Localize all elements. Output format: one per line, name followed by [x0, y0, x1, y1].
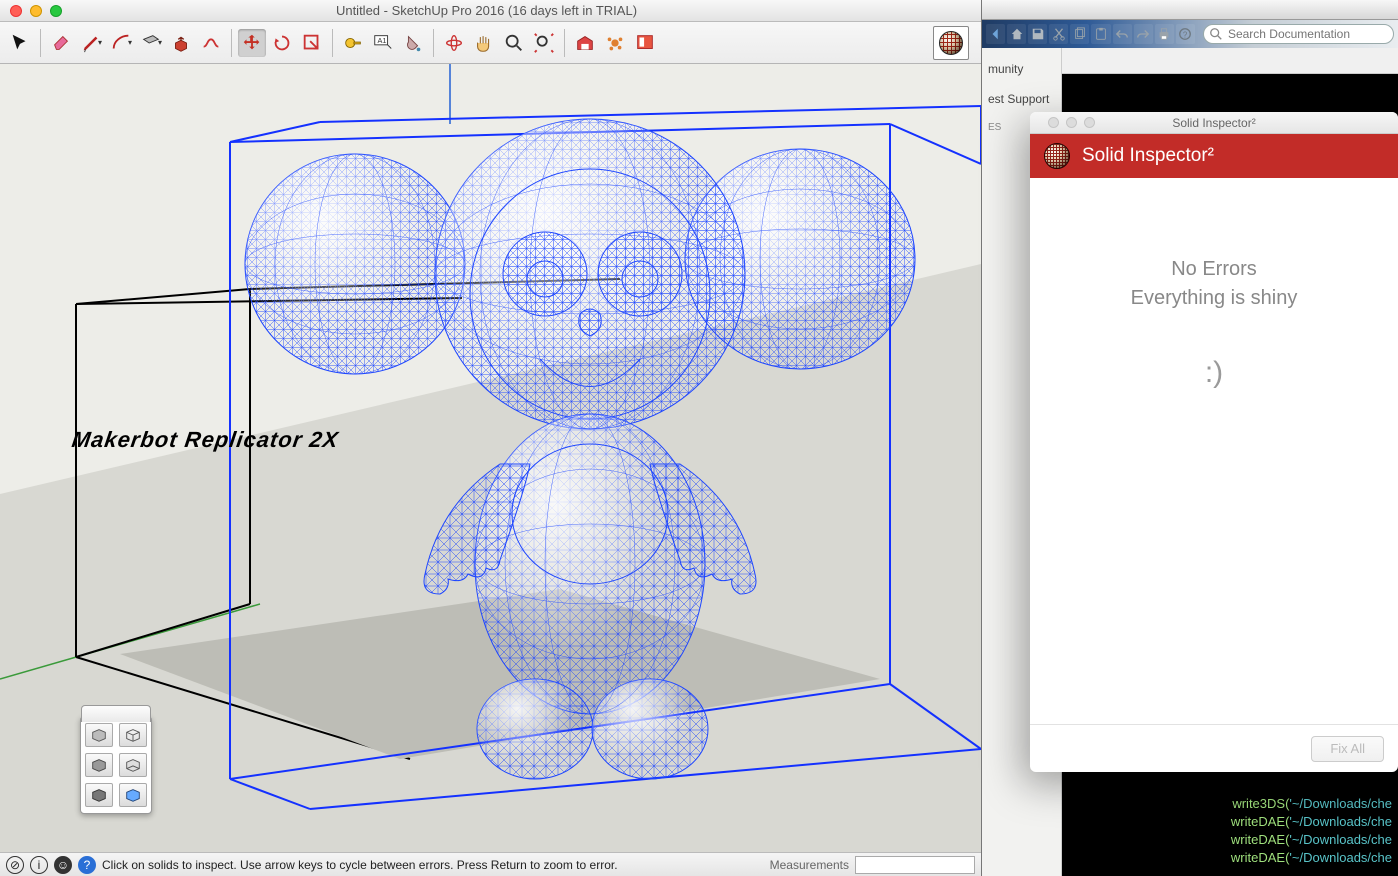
style-wire-icon[interactable]	[119, 723, 147, 747]
style-xray-icon[interactable]	[119, 753, 147, 777]
cut-icon[interactable]	[1049, 24, 1068, 44]
main-toolbar: ▾ ▾ ▾ A1	[0, 22, 981, 64]
dialog-footer: Fix All	[1030, 724, 1398, 772]
redo-icon[interactable]	[1134, 24, 1153, 44]
home-icon[interactable]	[1007, 24, 1026, 44]
bg-search[interactable]	[1203, 24, 1394, 44]
globe-icon	[1044, 143, 1070, 169]
info-icon[interactable]: i	[30, 856, 48, 874]
smile-text: :)	[1205, 356, 1223, 390]
pushpull-tool[interactable]	[167, 29, 195, 57]
svg-text:A1: A1	[378, 36, 387, 45]
help-icon[interactable]: ?	[78, 856, 96, 874]
paint-tool[interactable]	[399, 29, 427, 57]
everything-shiny-text: Everything is shiny	[1131, 287, 1298, 310]
dialog-min-icon[interactable]	[1066, 117, 1077, 128]
move-tool[interactable]	[238, 29, 266, 57]
status-bar: ⊘ i ☺ ? Click on solids to inspect. Use …	[0, 852, 981, 876]
rotate-tool[interactable]	[268, 29, 296, 57]
help-icon[interactable]: ?	[1176, 24, 1195, 44]
bg-side-item[interactable]: munity	[986, 54, 1057, 84]
divider	[332, 29, 333, 57]
select-tool[interactable]	[6, 29, 34, 57]
solid-inspector-dialog[interactable]: Solid Inspector² Solid Inspector² No Err…	[1030, 112, 1398, 772]
dialog-body: No Errors Everything is shiny :)	[1030, 178, 1398, 724]
globe-icon	[939, 31, 963, 55]
dialog-close-icon[interactable]	[1048, 117, 1059, 128]
dialog-titlebar[interactable]: Solid Inspector²	[1030, 112, 1398, 134]
model-viewport[interactable]: Makerbot Replicator 2X	[0, 64, 981, 852]
followme-tool[interactable]	[197, 29, 225, 57]
style-back-icon[interactable]	[119, 783, 147, 807]
bg-side-item[interactable]: est Support	[986, 84, 1057, 114]
dialog-window-title: Solid Inspector²	[1172, 116, 1255, 130]
arc-tool[interactable]: ▾	[107, 29, 135, 57]
status-hint: Click on solids to inspect. Use arrow ke…	[102, 858, 764, 872]
bg-content-header	[1062, 48, 1398, 74]
dialog-zoom-icon[interactable]	[1084, 117, 1095, 128]
bg-titlebar	[982, 0, 1398, 20]
layout-tool[interactable]	[631, 29, 659, 57]
style-shaded-icon[interactable]	[85, 723, 113, 747]
orbit-tool[interactable]	[440, 29, 468, 57]
copy-icon[interactable]	[1070, 24, 1089, 44]
pencil-tool[interactable]: ▾	[77, 29, 105, 57]
solid-inspector-tool[interactable]	[933, 26, 969, 60]
geo-off-icon[interactable]: ⊘	[6, 856, 24, 874]
styles-float-panel[interactable]	[80, 716, 152, 814]
undo-icon[interactable]	[1113, 24, 1132, 44]
style-mono-icon[interactable]	[85, 783, 113, 807]
tape-tool[interactable]	[339, 29, 367, 57]
window-title: Untitled - SketchUp Pro 2016 (16 days le…	[0, 3, 981, 18]
divider	[231, 29, 232, 57]
sketchup-window: Untitled - SketchUp Pro 2016 (16 days le…	[0, 0, 981, 876]
print-icon[interactable]	[1155, 24, 1174, 44]
titlebar: Untitled - SketchUp Pro 2016 (16 days le…	[0, 0, 981, 22]
zoom-tool[interactable]	[500, 29, 528, 57]
measurements-label: Measurements	[770, 858, 849, 872]
svg-text:?: ?	[1183, 31, 1188, 40]
dialog-header: Solid Inspector²	[1030, 134, 1398, 178]
bg-toolbar: ?	[982, 20, 1398, 48]
pan-tool[interactable]	[470, 29, 498, 57]
save-icon[interactable]	[1028, 24, 1047, 44]
build-volume-label: Makerbot Replicator 2X	[70, 427, 340, 453]
measurements-input[interactable]	[855, 856, 975, 874]
eraser-tool[interactable]	[47, 29, 75, 57]
user-icon[interactable]: ☺	[54, 856, 72, 874]
nav-back-icon[interactable]	[986, 24, 1005, 44]
style-hidden-icon[interactable]	[85, 753, 113, 777]
dialog-header-title: Solid Inspector²	[1082, 145, 1214, 167]
text-tool[interactable]: A1	[369, 29, 397, 57]
divider	[433, 29, 434, 57]
search-icon	[1209, 27, 1223, 41]
bg-search-input[interactable]	[1203, 24, 1394, 44]
paste-icon[interactable]	[1091, 24, 1110, 44]
divider	[40, 29, 41, 57]
rectangle-tool[interactable]: ▾	[137, 29, 165, 57]
extension-warehouse-tool[interactable]	[601, 29, 629, 57]
warehouse-tool[interactable]	[571, 29, 599, 57]
scale-tool[interactable]	[298, 29, 326, 57]
fix-all-button[interactable]: Fix All	[1311, 736, 1384, 762]
no-errors-text: No Errors	[1171, 258, 1257, 281]
divider	[564, 29, 565, 57]
zoom-extents-tool[interactable]	[530, 29, 558, 57]
